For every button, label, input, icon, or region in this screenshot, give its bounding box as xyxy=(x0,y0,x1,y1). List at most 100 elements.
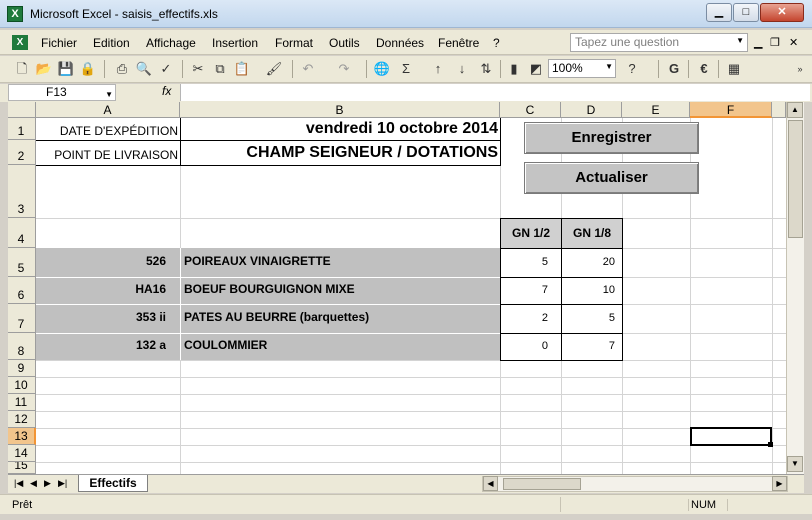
formula-input[interactable] xyxy=(180,84,810,101)
last-sheet-icon[interactable]: ▶| xyxy=(58,478,67,489)
help-icon[interactable]: ? xyxy=(622,59,642,79)
cut-icon[interactable]: ✂ xyxy=(188,59,208,79)
item-code[interactable]: 132 a xyxy=(38,338,166,352)
menu-insertion[interactable]: Insertion xyxy=(212,36,258,50)
row-header-9[interactable]: 9 xyxy=(8,360,36,377)
new-icon[interactable]: 🗋 xyxy=(12,59,32,79)
column-header-a[interactable]: A xyxy=(36,102,180,118)
first-sheet-icon[interactable]: |◀ xyxy=(14,478,23,489)
doc-minimize-icon[interactable]: ▁ xyxy=(754,36,762,49)
doc-restore-icon[interactable]: ❐ xyxy=(770,36,780,49)
menu-format[interactable]: Format xyxy=(275,36,313,50)
item-gn12[interactable]: 0 xyxy=(502,340,548,352)
row-header-5[interactable]: 5 xyxy=(8,248,36,277)
column-header-c[interactable]: C xyxy=(500,102,561,118)
row-header-4[interactable]: 4 xyxy=(8,218,36,248)
cell-a1[interactable]: DATE D'EXPÉDITION xyxy=(38,124,178,138)
menu-donnees[interactable]: Données xyxy=(376,36,424,50)
hyperlink-icon[interactable]: 🌐 xyxy=(372,59,392,79)
print-icon[interactable]: ⎙ xyxy=(112,59,132,79)
row-header-13[interactable]: 13 xyxy=(8,428,36,445)
chart-wizard-icon[interactable]: ▮ xyxy=(504,59,524,79)
maximize-button[interactable]: □ xyxy=(733,3,759,22)
permission-icon[interactable]: 🔒 xyxy=(78,59,98,79)
toolbar-options-icon[interactable]: » xyxy=(790,59,810,79)
item-gn12[interactable]: 7 xyxy=(502,284,548,296)
scroll-down-icon[interactable]: ▼ xyxy=(787,456,803,472)
doc-close-icon[interactable]: ✕ xyxy=(789,36,798,49)
item-name[interactable]: BOEUF BOURGUIGNON MIXE xyxy=(184,282,498,296)
paste-icon[interactable]: 📋 xyxy=(232,59,252,79)
column-header-f[interactable]: F xyxy=(690,102,772,118)
chevron-down-icon[interactable]: ▼ xyxy=(605,62,613,71)
item-name[interactable]: POIREAUX VINAIGRETTE xyxy=(184,254,498,268)
scroll-right-icon[interactable]: ▶ xyxy=(772,476,787,491)
horizontal-scrollbar[interactable]: ◀ ▶ xyxy=(482,476,788,492)
scroll-up-icon[interactable]: ▲ xyxy=(787,102,803,118)
item-code[interactable]: 526 xyxy=(38,254,166,268)
chevron-down-icon[interactable]: ▼ xyxy=(736,36,744,45)
chevron-down-icon[interactable]: ▼ xyxy=(105,87,113,102)
row-header-1[interactable]: 1 xyxy=(8,118,36,140)
save-button[interactable]: Enregistrer xyxy=(524,122,699,154)
item-gn18[interactable]: 20 xyxy=(563,256,615,268)
sort-ascending-icon[interactable]: ↑ xyxy=(428,59,448,79)
column-header-b[interactable]: B xyxy=(180,102,500,118)
sort-descending-icon[interactable]: ↓ xyxy=(452,59,472,79)
autosum-icon[interactable]: Σ xyxy=(396,59,416,79)
ask-question-input[interactable]: Tapez une question ▼ xyxy=(570,33,748,52)
item-gn18[interactable]: 5 xyxy=(563,312,615,324)
menu-help[interactable]: ? xyxy=(493,36,500,50)
item-gn12[interactable]: 5 xyxy=(502,256,548,268)
column-header-d[interactable]: D xyxy=(561,102,622,118)
next-sheet-icon[interactable]: ▶ xyxy=(44,478,51,489)
horizontal-scroll-thumb[interactable] xyxy=(503,478,581,490)
cell-b2[interactable]: CHAMP SEIGNEUR / DOTATIONS xyxy=(184,144,498,162)
print-preview-icon[interactable]: 🔍 xyxy=(134,59,154,79)
save-icon[interactable]: 💾 xyxy=(56,59,76,79)
name-box[interactable]: F13 ▼ xyxy=(8,84,116,101)
row-header-6[interactable]: 6 xyxy=(8,277,36,304)
bold-icon[interactable]: G xyxy=(664,59,684,79)
open-icon[interactable]: 📂 xyxy=(34,59,54,79)
cell-d4[interactable]: GN 1/8 xyxy=(562,226,622,240)
item-name[interactable]: COULOMMIER xyxy=(184,338,498,352)
menu-fichier[interactable]: Fichier xyxy=(41,36,77,50)
row-header-7[interactable]: 7 xyxy=(8,304,36,333)
format-painter-icon[interactable]: 🖌 xyxy=(264,59,284,79)
sort-za-icon[interactable]: ⇅ xyxy=(476,59,496,79)
scroll-left-icon[interactable]: ◀ xyxy=(483,476,498,491)
vertical-scroll-thumb[interactable] xyxy=(788,120,803,238)
row-header-8[interactable]: 8 xyxy=(8,333,36,360)
column-header-g[interactable] xyxy=(772,102,786,118)
menu-edition[interactable]: Edition xyxy=(93,36,130,50)
active-cell-f13[interactable] xyxy=(690,427,772,446)
close-button[interactable]: ✕ xyxy=(760,3,804,22)
euro-icon[interactable]: € xyxy=(694,59,714,79)
copy-icon[interactable]: ⧉ xyxy=(210,59,230,79)
drawing-icon[interactable]: ◩ xyxy=(526,59,546,79)
row-header-12[interactable]: 12 xyxy=(8,411,36,428)
insert-function-icon[interactable]: fx xyxy=(162,84,171,98)
row-header-2[interactable]: 2 xyxy=(8,140,36,165)
item-code[interactable]: 353 ii xyxy=(38,310,166,324)
item-gn18[interactable]: 7 xyxy=(563,340,615,352)
row-header-3[interactable]: 3 xyxy=(8,165,36,218)
row-header-15[interactable]: 15 xyxy=(8,462,36,474)
row-header-14[interactable]: 14 xyxy=(8,445,36,462)
item-gn12[interactable]: 2 xyxy=(502,312,548,324)
cell-b1[interactable]: vendredi 10 octobre 2014 xyxy=(184,120,498,138)
prev-sheet-icon[interactable]: ◀ xyxy=(30,478,37,489)
item-name[interactable]: PATES AU BEURRE (barquettes) xyxy=(184,310,498,324)
redo-icon[interactable]: ↷ xyxy=(334,59,354,79)
borders-icon[interactable]: ▦ xyxy=(724,59,744,79)
worksheet-grid[interactable]: A B C D E F 1 2 3 4 5 6 7 8 9 10 11 12 1… xyxy=(8,102,786,474)
fill-handle[interactable] xyxy=(768,442,773,447)
select-all-corner[interactable] xyxy=(8,102,36,118)
minimize-button[interactable]: ▁ xyxy=(706,3,732,22)
zoom-select[interactable]: 100% ▼ xyxy=(548,59,616,78)
row-header-11[interactable]: 11 xyxy=(8,394,36,411)
row-header-10[interactable]: 10 xyxy=(8,377,36,394)
item-gn18[interactable]: 10 xyxy=(563,284,615,296)
menu-outils[interactable]: Outils xyxy=(329,36,360,50)
